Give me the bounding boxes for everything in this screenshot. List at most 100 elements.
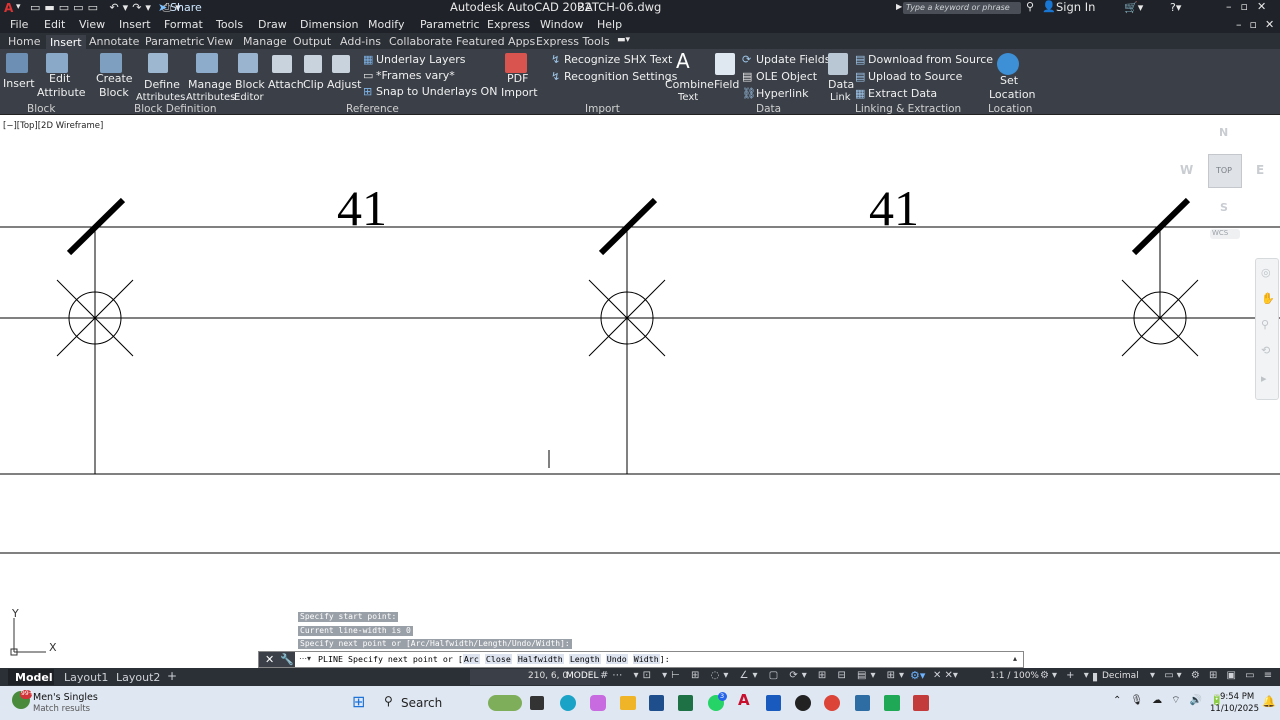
hyperlink-button[interactable]: Hyperlink — [756, 88, 809, 99]
attach-icon[interactable] — [272, 55, 292, 73]
model-space-toggle[interactable]: MODEL — [566, 672, 598, 681]
tab-annotate[interactable]: Annotate — [89, 36, 139, 47]
location-panel-title[interactable]: Location — [988, 104, 1032, 115]
app-menu-chevron-icon[interactable]: ▾ — [16, 3, 21, 12]
manage-attributes-label-2[interactable]: Attributes — [186, 93, 235, 103]
field-icon[interactable] — [715, 53, 735, 75]
hyperlink-icon[interactable]: ⛓ — [742, 88, 756, 99]
share-button[interactable]: Share — [170, 2, 202, 13]
excel-icon[interactable] — [678, 695, 693, 711]
search-box[interactable]: Type a keyword or phrase — [903, 2, 1021, 14]
option-undo[interactable]: Undo — [605, 654, 628, 664]
annotation-scale[interactable]: 1:1 / 100% — [990, 672, 1039, 681]
insert-block-icon[interactable] — [6, 53, 28, 73]
block-editor-label-2[interactable]: Editor — [234, 93, 264, 103]
menu-draw[interactable]: Draw — [258, 19, 287, 30]
recent-commands-icon[interactable]: ⋯▾ — [299, 655, 311, 663]
tab-model[interactable]: Model — [8, 669, 54, 685]
menu-edit[interactable]: Edit — [44, 19, 65, 30]
app-icon-red[interactable] — [913, 695, 929, 711]
ole-object-icon[interactable]: ▤ — [742, 71, 752, 82]
dimension-label-2[interactable]: 41 — [869, 180, 919, 236]
taskbar-search-icon[interactable]: ⚲ — [384, 695, 393, 707]
autocad-logo-icon[interactable]: A — [4, 2, 13, 14]
taskbar-search-label[interactable]: Search — [401, 697, 442, 709]
option-length[interactable]: Length — [568, 654, 601, 664]
reference-panel-title[interactable]: Reference — [346, 104, 399, 115]
pdf-import-label-2[interactable]: Import — [501, 87, 538, 98]
combine-text-label-1[interactable]: Combine — [665, 79, 714, 90]
menu-view[interactable]: View — [79, 19, 105, 30]
tab-manage[interactable]: Manage — [243, 36, 287, 47]
ribbon-options-icon[interactable]: ▬▾ — [617, 36, 630, 45]
dimension-label-1[interactable]: 41 — [337, 180, 387, 236]
define-attributes-icon[interactable] — [148, 53, 168, 73]
viewcube-east[interactable]: E — [1256, 164, 1264, 176]
help-icon[interactable]: ?▾ — [1170, 2, 1181, 13]
edit-attribute-label-1[interactable]: Edit — [49, 73, 70, 84]
tab-layout1[interactable]: Layout1 — [64, 672, 108, 683]
copilot-icon[interactable] — [590, 695, 606, 711]
command-prompt[interactable]: PLINE Specify next point or [Arc Close H… — [318, 654, 670, 664]
frames-vary-dropdown[interactable]: *Frames vary* — [376, 70, 455, 81]
autocad-taskbar-icon[interactable]: A — [738, 693, 750, 708]
tab-view[interactable]: View — [207, 36, 233, 47]
widget-title[interactable]: Men's Singles — [33, 693, 98, 703]
edit-attribute-icon[interactable] — [46, 53, 68, 73]
tab-express-tools[interactable]: Express Tools — [536, 36, 610, 47]
linking-extraction-panel-title[interactable]: Linking & Extraction — [855, 104, 961, 115]
extract-data-icon[interactable]: ▦ — [855, 88, 865, 99]
annotation-visibility-icon[interactable]: ⚙▾ — [910, 670, 925, 681]
upload-to-source-button[interactable]: Upload to Source — [868, 71, 962, 82]
clip-icon[interactable] — [304, 55, 322, 73]
recognition-settings-icon[interactable]: ↯ — [551, 71, 560, 82]
sign-in-button[interactable]: Sign In — [1056, 1, 1095, 14]
word-icon[interactable] — [766, 695, 781, 711]
menu-express[interactable]: Express — [487, 19, 530, 30]
menu-insert[interactable]: Insert — [119, 19, 151, 30]
viewcube-south[interactable]: S — [1220, 202, 1228, 213]
create-block-label-1[interactable]: Create — [96, 73, 133, 84]
define-attributes-label-1[interactable]: Define — [144, 79, 180, 90]
pan-icon[interactable]: ✋ — [1261, 293, 1275, 304]
attach-button[interactable]: Attach — [268, 79, 304, 90]
define-attributes-label-2[interactable]: Attributes — [136, 93, 185, 103]
windows-start-icon[interactable]: ⊞ — [352, 694, 365, 710]
field-button[interactable]: Field — [714, 79, 739, 90]
showmotion-icon[interactable]: ▸ — [1261, 373, 1267, 384]
upload-source-icon[interactable]: ▤ — [855, 71, 865, 82]
underlay-layers-icon[interactable]: ▦ — [363, 54, 373, 65]
tab-parametric[interactable]: Parametric — [145, 36, 205, 47]
add-layout-icon[interactable]: + — [167, 670, 177, 682]
menu-dimension[interactable]: Dimension — [300, 19, 358, 30]
tab-addins[interactable]: Add-ins — [340, 36, 381, 47]
window-controls[interactable]: –▫✕ — [1226, 1, 1275, 12]
block-editor-icon[interactable] — [238, 53, 258, 73]
block-panel-title[interactable]: Block — [27, 104, 55, 115]
download-from-source-button[interactable]: Download from Source — [868, 54, 993, 65]
data-panel-title[interactable]: Data — [756, 104, 781, 115]
create-block-icon[interactable] — [100, 53, 122, 73]
drawing-svg[interactable]: 41 41 — [0, 116, 1280, 664]
option-width[interactable]: Width — [632, 654, 660, 664]
document-window-controls[interactable]: –▫✕ — [1236, 19, 1280, 30]
units-dropdown[interactable]: Decimal — [1102, 672, 1139, 681]
status-right-icons[interactable]: ▾ ▭▾ ⚙ ⊞ ▣ ▭ ≡ — [1150, 671, 1275, 681]
task-view-icon[interactable] — [530, 696, 544, 710]
notifications-icon[interactable]: 🔔 — [1262, 696, 1276, 707]
data-link-icon[interactable] — [828, 53, 848, 75]
clock-date[interactable]: 11/10/2025 — [1210, 705, 1259, 714]
option-close[interactable]: Close — [484, 654, 512, 664]
recognize-shx-icon[interactable]: ↯ — [551, 54, 560, 65]
ole-object-button[interactable]: OLE Object — [756, 71, 817, 82]
clip-button[interactable]: Clip — [303, 79, 324, 90]
search-highlight-icon[interactable] — [488, 695, 522, 711]
insert-button[interactable]: Insert — [3, 78, 35, 89]
command-line[interactable]: ✕ 🔧 ⋯▾ PLINE Specify next point or [Arc … — [258, 651, 1024, 668]
update-fields-button[interactable]: Update Fields — [756, 54, 830, 65]
set-location-label-1[interactable]: Set — [1000, 75, 1018, 86]
annotation-scale-icons[interactable]: ✕ ✕▾ — [933, 671, 958, 681]
tab-home[interactable]: Home — [8, 36, 40, 47]
download-source-icon[interactable]: ▤ — [855, 54, 865, 65]
app-icon-green[interactable] — [884, 695, 900, 711]
